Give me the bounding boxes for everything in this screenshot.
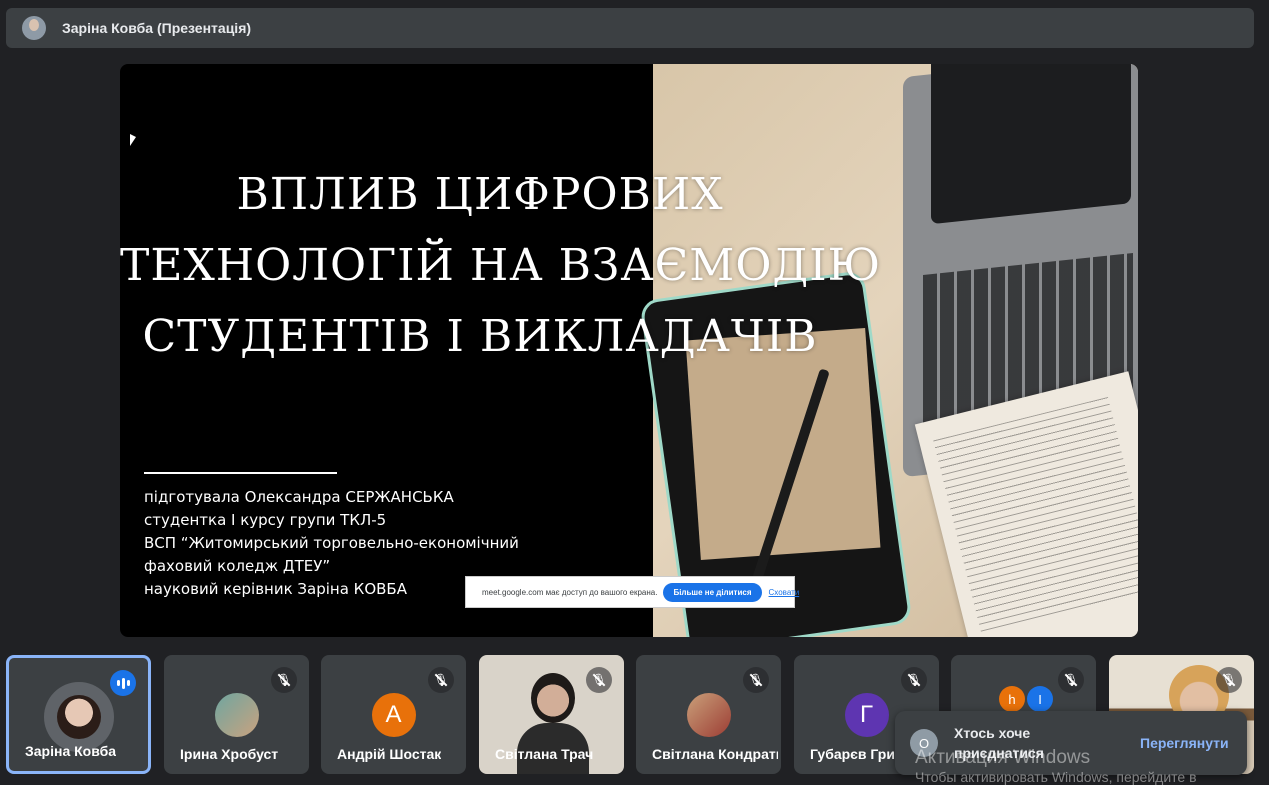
participant-name: Світлана Кондратюк (652, 746, 778, 762)
hide-share-bar-link[interactable]: Сховати (769, 588, 800, 597)
slide-title-line: ТЕХНОЛОГІЙ НА ВЗАЄМОДІЮ (120, 240, 882, 291)
divider (144, 472, 337, 474)
mic-off-icon: 🎙 (901, 667, 927, 693)
share-message: meet.google.com має доступ до вашого екр… (482, 587, 658, 597)
avatar (43, 682, 114, 752)
screen-share-bar: meet.google.com має доступ до вашого екр… (465, 576, 799, 608)
participant-name: Світлана Трач (495, 746, 594, 762)
stop-sharing-button[interactable]: Більше не ділитися (663, 582, 762, 602)
mic-off-icon: 🎙 (1058, 667, 1084, 693)
author-line: підготувала Олександра СЕРЖАНСЬКА (144, 488, 454, 506)
participant-tile[interactable]: 🎙 Ірина Хробуст (164, 655, 309, 774)
view-request-button[interactable]: Переглянути (1140, 735, 1229, 751)
mouse-cursor-icon (130, 134, 136, 146)
windows-activation-watermark-subtext: Чтобы активировать Windows, перейдите в (915, 769, 1197, 785)
presentation-title: Заріна Ковба (Презентація) (62, 20, 252, 36)
mic-off-icon: 🎙 (743, 667, 769, 693)
mic-off-icon: 🎙 (586, 667, 612, 693)
participant-name: Ірина Хробуст (180, 746, 279, 762)
avatar: Г (844, 693, 889, 737)
avatar: А (371, 693, 416, 737)
author-line: науковий керівник Заріна КОВБА (144, 580, 407, 598)
slide-author-info: підготувала Олександра СЕРЖАНСЬКА студен… (144, 486, 519, 601)
presenter-avatar (22, 16, 46, 40)
participant-tile[interactable]: 🎙 Світлана Кондратюк (636, 655, 781, 774)
avatar (686, 693, 731, 737)
slide-title-line: ВПЛИВ ЦИФРОВИХ (236, 169, 724, 220)
speaking-indicator-icon (110, 670, 136, 696)
participant-tile[interactable]: А 🎙 Андрій Шостак (321, 655, 466, 774)
participant-tile[interactable]: Заріна Ковба (6, 655, 151, 774)
author-line: фаховий коледж ДТЕУ” (144, 557, 331, 575)
shared-screen: ВПЛИВ ЦИФРОВИХ ТЕХНОЛОГІЙ НА ВЗАЄМОДІЮ С… (120, 64, 1138, 637)
participant-name: Андрій Шостак (337, 746, 442, 762)
avatar: h (999, 686, 1025, 712)
slide-title-line: СТУДЕНТІВ І ВИКЛАДАЧІВ (142, 311, 818, 362)
author-line: ВСП “Житомирський торговельно-економічни… (144, 534, 519, 552)
slide-title: ВПЛИВ ЦИФРОВИХ ТЕХНОЛОГІЙ НА ВЗАЄМОДІЮ С… (120, 159, 882, 372)
participant-name: Заріна Ковба (25, 743, 117, 759)
participant-tile[interactable]: 🎙 Світлана Трач (479, 655, 624, 774)
presentation-header: Заріна Ковба (Презентація) (6, 8, 1254, 48)
windows-activation-watermark: Активация Windows (915, 747, 1091, 768)
mic-off-icon: 🎙 (1216, 667, 1242, 693)
avatar: I (1027, 686, 1053, 712)
author-line: студентка І курсу групи ТКЛ-5 (144, 511, 387, 529)
avatar (214, 693, 259, 737)
mic-off-icon: 🎙 (428, 667, 454, 693)
mic-off-icon: 🎙 (271, 667, 297, 693)
